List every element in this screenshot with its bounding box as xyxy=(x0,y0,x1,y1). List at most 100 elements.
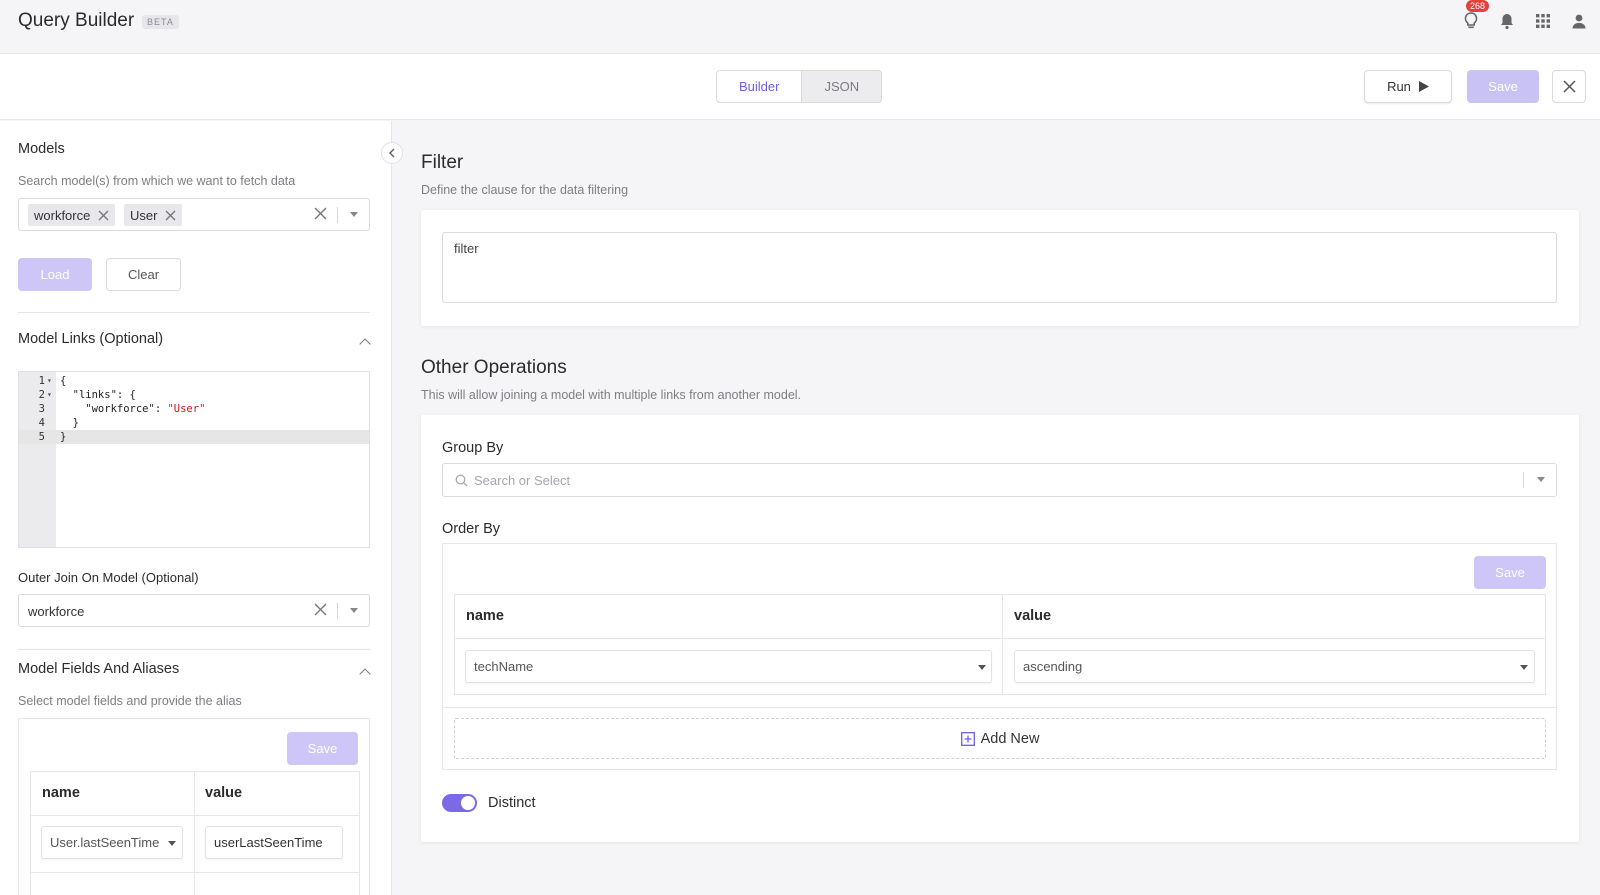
column-header-value: value xyxy=(205,785,243,801)
toolbar: Builder JSON Run Save xyxy=(0,54,1600,120)
fold-arrow-icon[interactable]: ▾ xyxy=(47,388,52,402)
models-select[interactable]: workforce User xyxy=(18,198,370,231)
column-divider xyxy=(1002,595,1003,694)
order-by-label: Order By xyxy=(442,521,501,537)
select-divider xyxy=(1523,472,1524,488)
bell-icon[interactable] xyxy=(1496,10,1518,32)
order-direction-select[interactable]: ascending xyxy=(1014,650,1535,683)
order-by-save-button[interactable]: Save xyxy=(1474,556,1546,589)
order-field-select[interactable]: techName xyxy=(465,650,992,683)
user-avatar-icon[interactable] xyxy=(1568,10,1590,32)
row-divider xyxy=(31,872,359,873)
chevron-down-icon[interactable] xyxy=(1537,477,1545,482)
clear-selection-icon[interactable] xyxy=(314,603,327,616)
models-subtitle: Search model(s) from which we want to fe… xyxy=(18,174,296,188)
lightbulb-icon[interactable]: 268 xyxy=(1460,0,1490,32)
code-text: "links": { xyxy=(60,388,136,402)
chevron-down-icon xyxy=(168,841,176,846)
outer-join-select[interactable]: workforce xyxy=(18,594,370,627)
code-token: "links": { xyxy=(60,389,136,401)
code-line: 2 ▾ "links": { xyxy=(19,388,369,402)
code-token: } xyxy=(60,417,79,429)
code-line: 1 ▾ { xyxy=(19,374,369,388)
chevron-down-icon[interactable] xyxy=(350,608,358,613)
search-icon xyxy=(455,474,468,487)
model-fields-subtitle: Select model fields and provide the alia… xyxy=(18,694,242,708)
order-direction-value: ascending xyxy=(1023,659,1083,674)
field-name-select[interactable]: User.lastSeenTime xyxy=(41,826,183,859)
group-by-placeholder: Search or Select xyxy=(474,473,571,488)
other-ops-title: Other Operations xyxy=(421,357,567,378)
close-button[interactable] xyxy=(1552,70,1586,103)
field-name-value: User.lastSeenTime xyxy=(50,835,160,850)
distinct-label: Distinct xyxy=(488,795,536,811)
order-field-value: techName xyxy=(474,659,534,674)
tab-builder[interactable]: Builder xyxy=(716,70,803,103)
line-number: 1 xyxy=(38,375,45,387)
load-button[interactable]: Load xyxy=(18,258,92,291)
select-divider xyxy=(337,603,338,619)
apps-grid-icon[interactable] xyxy=(1532,10,1554,32)
toggle-knob xyxy=(461,796,475,810)
plus-square-icon xyxy=(960,731,975,746)
chevron-up-icon[interactable] xyxy=(359,668,371,680)
distinct-toggle[interactable] xyxy=(442,794,477,812)
header-icons: 268 xyxy=(1460,0,1590,32)
code-line: 4 } xyxy=(19,416,369,430)
filter-card: filter xyxy=(421,210,1579,326)
fold-arrow-icon[interactable]: ▾ xyxy=(47,374,52,388)
model-links-editor[interactable]: 1 ▾ {2 ▾ "links": {3 "workforce": "User" 4 }… xyxy=(18,371,370,548)
column-divider xyxy=(194,772,195,895)
model-fields-save-button[interactable]: Save xyxy=(287,732,358,765)
outer-join-label: Outer Join On Model (Optional) xyxy=(18,570,199,585)
row-divider xyxy=(455,638,1545,639)
column-header-name: name xyxy=(466,608,504,624)
other-ops-card: Group By Search or Select Order By Save … xyxy=(421,415,1579,842)
fields-grid: name value User.lastSeenTime userLastSee… xyxy=(30,771,360,895)
field-alias-input[interactable]: userLastSeenTime xyxy=(205,826,343,859)
add-new-button[interactable]: Add New xyxy=(454,718,1546,759)
chevron-up-icon[interactable] xyxy=(359,338,371,350)
code-token: "workforce": xyxy=(60,403,168,415)
run-label: Run xyxy=(1387,79,1411,94)
chip-workforce: workforce xyxy=(28,204,116,226)
group-by-label: Group By xyxy=(442,440,504,456)
clear-selection-icon[interactable] xyxy=(314,207,327,220)
chip-user: User xyxy=(124,204,183,226)
tab-json[interactable]: JSON xyxy=(802,70,883,103)
filter-title: Filter xyxy=(421,152,464,173)
model-fields-table: Save name value User.lastSeenTime userLa… xyxy=(18,718,370,895)
left-panel: Models Search model(s) from which we wan… xyxy=(0,121,392,895)
save-button[interactable]: Save xyxy=(1467,70,1539,103)
divider xyxy=(18,649,370,650)
clear-button[interactable]: Clear xyxy=(106,258,181,291)
close-icon xyxy=(1562,80,1576,93)
app-title: Query Builder xyxy=(18,10,135,31)
chevron-down-icon xyxy=(978,665,986,670)
collapse-panel-button[interactable] xyxy=(381,142,403,164)
group-by-select[interactable]: Search or Select xyxy=(442,463,1557,497)
row-divider xyxy=(31,815,359,816)
chip-remove-icon[interactable] xyxy=(98,210,109,221)
chevron-left-icon xyxy=(388,148,395,158)
notification-badge: 268 xyxy=(1466,0,1490,12)
chip-remove-icon[interactable] xyxy=(165,210,176,221)
play-icon xyxy=(1418,81,1429,92)
order-by-table: Save name value techName ascending Add N… xyxy=(442,543,1557,770)
field-alias-value: userLastSeenTime xyxy=(214,835,323,850)
chevron-down-icon[interactable] xyxy=(350,212,358,217)
app-header: Query Builder BETA 268 xyxy=(0,0,1600,54)
add-new-label: Add New xyxy=(980,730,1040,747)
filter-textarea[interactable]: filter xyxy=(442,232,1557,303)
code-token: } xyxy=(60,431,67,443)
code-text: } xyxy=(60,416,79,430)
code-string: "User" xyxy=(167,403,206,415)
chip-label: workforce xyxy=(34,207,91,223)
run-button[interactable]: Run xyxy=(1364,70,1452,103)
code-line: 3 "workforce": "User" xyxy=(19,402,369,416)
code-text: } xyxy=(60,430,66,444)
code-line: 5} xyxy=(19,430,369,444)
outer-join-value: workforce xyxy=(28,604,85,619)
code-text: { xyxy=(60,374,66,388)
divider xyxy=(18,312,370,313)
